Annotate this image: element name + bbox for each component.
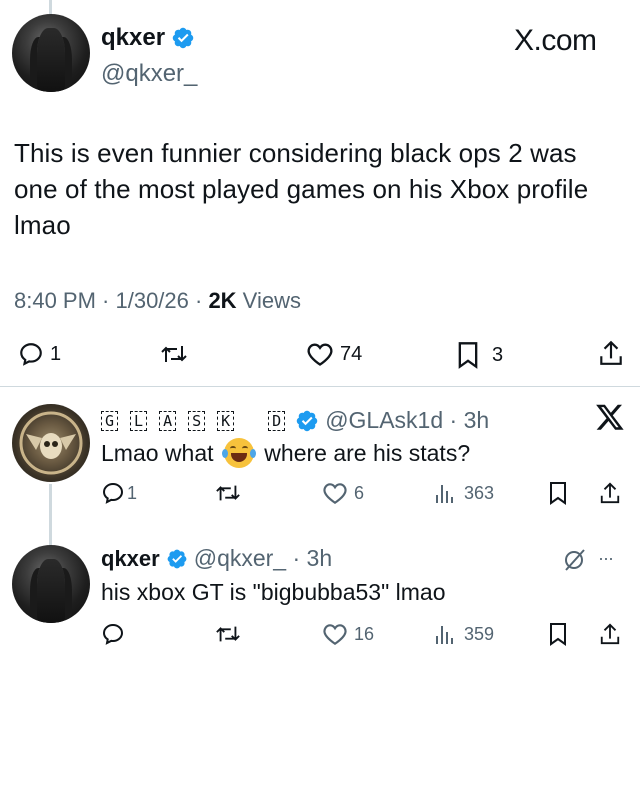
reply-text-end: where are his stats? xyxy=(257,439,471,466)
author-name-row[interactable]: qkxer @qkxer_ · 3h xyxy=(101,545,332,572)
share-button[interactable] xyxy=(598,339,624,367)
handle-time[interactable]: @qkxer_ · 3h xyxy=(194,545,332,572)
handle-time[interactable]: @GLAsk1d · 3h xyxy=(325,407,489,434)
heart-icon xyxy=(323,624,347,646)
like-count: 16 xyxy=(354,623,375,644)
views-count: 363 xyxy=(464,482,495,503)
tweet-text: This is even funnier considering black o… xyxy=(14,138,589,240)
bookmark-count: 3 xyxy=(492,343,504,366)
views-button[interactable]: 363 xyxy=(434,481,494,505)
views-count: 359 xyxy=(464,623,495,644)
thread-connector xyxy=(49,484,52,546)
views-button[interactable]: 359 xyxy=(434,622,494,646)
retweet-icon xyxy=(216,626,240,642)
reply-text-start: Lmao what xyxy=(101,439,220,466)
verified-badge-icon xyxy=(296,410,318,431)
x-logo-icon xyxy=(595,402,625,437)
like-count: 74 xyxy=(340,342,363,365)
bookmark-icon xyxy=(458,342,478,369)
more-options-icon[interactable]: ··· xyxy=(598,548,614,569)
like-button[interactable]: 74 xyxy=(306,341,362,367)
author-name-row[interactable]: G L A S K D @GLAsk1d · 3h xyxy=(101,407,489,434)
timestamp[interactable]: 8:40 PM · 1/30/26 · xyxy=(14,288,208,313)
retweet-button[interactable] xyxy=(215,481,241,505)
bookmark-button[interactable] xyxy=(548,481,568,505)
reply-icon xyxy=(102,482,124,504)
display-name-letter: D xyxy=(268,410,286,431)
verified-badge-icon xyxy=(167,549,187,568)
divider xyxy=(0,386,640,387)
reply-button[interactable]: 1 xyxy=(101,481,137,505)
brand-watermark: X.com xyxy=(514,24,597,57)
retweet-icon xyxy=(216,485,240,501)
views-count: 2K xyxy=(208,288,237,313)
display-name[interactable]: qkxer xyxy=(101,24,165,52)
reply-text: Lmao what 😂 where are his stats? xyxy=(101,438,470,468)
display-name-letter: L xyxy=(130,410,148,431)
reply-icon xyxy=(20,343,42,366)
analytics-icon xyxy=(436,626,453,644)
display-name-letter: A xyxy=(159,410,177,431)
avatar[interactable] xyxy=(12,404,90,482)
display-name-letter: S xyxy=(188,410,206,431)
display-name[interactable]: qkxer xyxy=(101,546,160,572)
reply-button[interactable] xyxy=(101,622,125,646)
share-button[interactable] xyxy=(599,621,621,647)
handle[interactable]: @qkxer_ xyxy=(101,60,197,88)
avatar[interactable] xyxy=(12,545,90,623)
heart-icon xyxy=(323,483,347,505)
reply-icon xyxy=(102,623,124,645)
verified-badge-icon xyxy=(172,27,194,49)
reply-button[interactable]: 1 xyxy=(18,341,61,367)
like-button[interactable]: 6 xyxy=(322,481,364,505)
retweet-button[interactable] xyxy=(160,341,188,367)
reply-count: 1 xyxy=(50,342,62,365)
share-icon xyxy=(600,482,620,504)
bookmark-icon xyxy=(550,482,566,505)
bookmark-icon xyxy=(550,623,566,646)
like-button[interactable]: 16 xyxy=(322,622,374,646)
grok-icon[interactable] xyxy=(563,547,587,578)
avatar[interactable] xyxy=(12,14,90,92)
author-name-row[interactable]: qkxer xyxy=(101,24,195,52)
analytics-icon xyxy=(436,485,453,503)
retweet-button[interactable] xyxy=(215,622,241,646)
reply-count: 1 xyxy=(127,482,138,503)
skull-emblem-icon xyxy=(19,411,83,475)
heart-icon xyxy=(307,343,333,366)
laughing-emoji-icon: 😂 xyxy=(221,438,256,468)
thread-connector xyxy=(49,0,52,14)
reply-text: his xbox GT is "bigbubba53" lmao xyxy=(101,579,446,605)
share-icon xyxy=(600,340,622,365)
display-name-letter: G xyxy=(101,410,119,431)
share-button[interactable] xyxy=(599,480,621,506)
like-count: 6 xyxy=(354,482,365,503)
views-label: Views xyxy=(236,288,301,313)
retweet-icon xyxy=(161,346,187,362)
tweet-meta: 8:40 PM · 1/30/26 · 2K Views xyxy=(14,288,301,314)
bookmark-button[interactable]: 3 xyxy=(456,341,503,369)
share-icon xyxy=(600,623,620,645)
display-name-letter: K xyxy=(217,410,235,431)
bookmark-button[interactable] xyxy=(548,622,568,646)
